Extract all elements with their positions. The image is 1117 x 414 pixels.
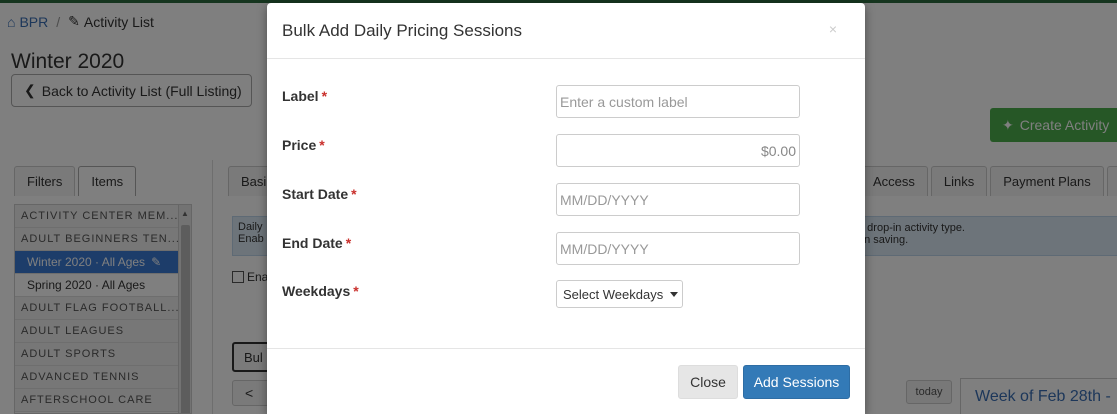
close-button[interactable]: Close bbox=[678, 365, 738, 399]
caret-down-icon bbox=[670, 291, 679, 297]
weekdays-label: Weekdays * bbox=[282, 283, 359, 299]
modal-title: Bulk Add Daily Pricing Sessions bbox=[282, 20, 523, 40]
modal-body: Label * Enter a custom label Price * $0.00… bbox=[267, 59, 865, 349]
required-mark: * bbox=[353, 283, 359, 299]
end-date-label: End Date * bbox=[282, 235, 352, 251]
required-mark: * bbox=[345, 235, 352, 251]
price-field-label: Price * bbox=[282, 137, 325, 153]
weekdays-select[interactable]: Select Weekdays bbox=[556, 280, 683, 308]
weekdays-select-label: Select Weekdays bbox=[563, 286, 664, 302]
label-input[interactable]: Enter a custom label bbox=[556, 85, 800, 118]
end-date-input[interactable]: MM/DD/YYYY bbox=[556, 232, 800, 265]
label-field-label: Label * bbox=[282, 88, 328, 104]
modal-footer: Close Add Sessions bbox=[267, 348, 865, 414]
bulk-add-modal: Bulk Add Daily Pricing Sessions × Label *… bbox=[267, 3, 865, 414]
price-input[interactable]: $0.00 bbox=[556, 134, 800, 167]
add-sessions-button[interactable]: Add Sessions bbox=[743, 365, 850, 399]
close-icon[interactable]: × bbox=[829, 21, 837, 37]
required-mark: * bbox=[321, 88, 328, 104]
start-date-input[interactable]: MM/DD/YYYY bbox=[556, 183, 800, 216]
required-mark: * bbox=[319, 137, 325, 153]
modal-header: Bulk Add Daily Pricing Sessions × bbox=[267, 3, 865, 59]
required-mark: * bbox=[351, 186, 357, 202]
start-date-label: Start Date * bbox=[282, 186, 357, 202]
